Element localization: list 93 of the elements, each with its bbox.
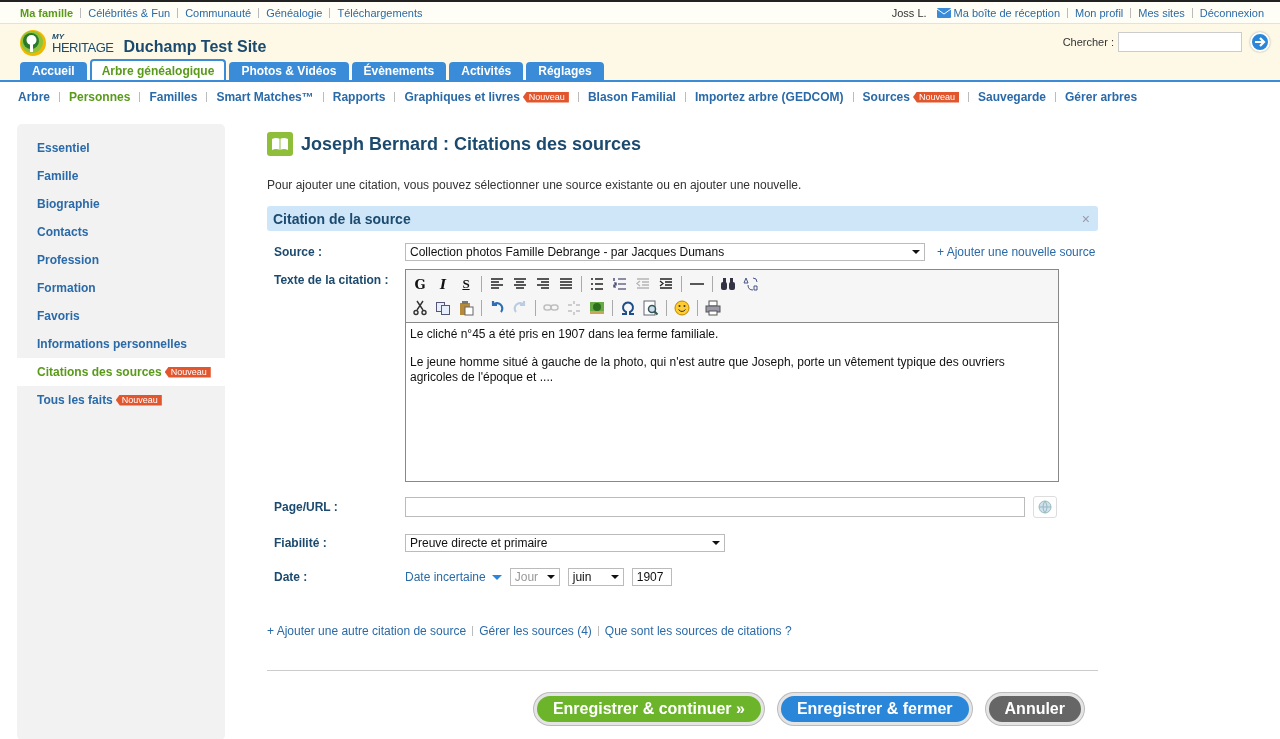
omega-icon[interactable] <box>620 300 636 316</box>
logo-text: MY <box>52 32 66 41</box>
scissors-icon[interactable] <box>412 300 428 316</box>
bold-button[interactable]: G <box>412 276 428 292</box>
nav-tab[interactable]: Arbre généalogique <box>89 59 227 80</box>
italic-button[interactable]: I <box>435 276 451 292</box>
underline-button[interactable]: S <box>458 276 474 292</box>
top-nav-link[interactable]: Célébrités & Fun <box>88 6 171 19</box>
logo-text: HERITAGE <box>52 40 114 54</box>
align-center-icon[interactable] <box>512 276 528 292</box>
citation-paragraph: Le jeune homme situé à gauche de la photo, qui n'est autre que Joseph, porte un vêtement typique des ouvriers agricoles de l'époque et .... <box>410 355 1006 385</box>
sidebar-item[interactable]: Biographie <box>37 197 100 211</box>
copy-icon[interactable] <box>435 300 451 316</box>
subnav-link[interactable]: Sauvegarde <box>978 90 1047 104</box>
sidebar-item[interactable]: Essentiel <box>37 141 90 155</box>
account-link[interactable]: Mon profil <box>1075 6 1124 19</box>
new-badge: Nouveau <box>912 91 959 103</box>
subnav-link[interactable]: Familles <box>149 90 198 104</box>
subnav-link[interactable]: Blason Familial <box>587 90 676 104</box>
numbered-list-icon[interactable] <box>612 276 628 292</box>
top-nav-link[interactable]: Téléchargements <box>337 6 423 19</box>
reliability-dropdown[interactable]: Preuve directe et primaire <box>405 534 725 552</box>
magnifier-page-icon[interactable] <box>643 300 659 316</box>
save-button[interactable]: Enregistrer & fermer <box>777 693 972 725</box>
search-field[interactable] <box>1118 32 1242 52</box>
user-name: Joss L. <box>891 6 927 19</box>
new-badge: Nouveau <box>522 91 569 103</box>
justify-icon[interactable] <box>558 276 574 292</box>
site-title: Duchamp Test Site <box>123 38 267 56</box>
date-mode-link[interactable]: Date incertaine <box>405 570 502 584</box>
binoculars-icon[interactable] <box>720 276 736 292</box>
month-dropdown[interactable]: juin <box>567 568 624 586</box>
field-label: Fiabilité : <box>274 536 328 550</box>
nav-tab[interactable]: Accueil <box>20 62 87 80</box>
citation-paragraph: Le cliché n°45 a été pris en 1907 dans lea ferme familiale. <box>410 327 720 342</box>
search-label: Chercher : <box>1062 36 1114 48</box>
align-left-icon[interactable] <box>489 276 505 292</box>
add-source-link[interactable]: + Ajouter une nouvelle source <box>937 245 1096 259</box>
nav-tab[interactable]: Activités <box>449 62 524 80</box>
sidebar-item[interactable]: Profession <box>37 253 99 267</box>
subnav-link[interactable]: Importez arbre (GEDCOM) <box>694 90 844 104</box>
top-nav-link[interactable]: Communauté <box>185 6 252 19</box>
bullet-list-icon[interactable] <box>589 276 605 292</box>
replace-icon[interactable] <box>743 276 759 292</box>
field-label: Source : <box>274 245 323 259</box>
nav-tab[interactable]: Photos & Vidéos <box>229 62 349 80</box>
top-nav-link[interactable]: Ma famille <box>20 6 74 19</box>
printer-icon[interactable] <box>705 300 721 316</box>
new-badge: Nouveau <box>115 394 162 406</box>
nav-tab[interactable]: Réglages <box>526 62 604 80</box>
smiley-icon[interactable] <box>674 300 690 316</box>
subnav-link[interactable]: Smart Matches™ <box>216 90 314 104</box>
sidebar-item[interactable]: Formation <box>37 281 96 295</box>
page-url-field[interactable] <box>405 497 1025 517</box>
subnav-link[interactable]: Arbre <box>18 90 50 104</box>
sidebar-item[interactable]: Contacts <box>37 225 89 239</box>
top-nav-link[interactable]: Généalogie <box>266 6 323 19</box>
day-dropdown[interactable]: Jour <box>509 568 560 586</box>
paste-icon[interactable] <box>458 300 474 316</box>
inbox-link[interactable]: Ma boîte de réception <box>953 6 1060 19</box>
book-icon <box>267 132 293 156</box>
arrow-right-icon <box>1254 36 1266 48</box>
sidebar-item[interactable]: Citations des sources <box>37 365 162 379</box>
indent-icon[interactable] <box>658 276 674 292</box>
cancel-button[interactable]: Annuler <box>985 693 1084 725</box>
citation-text-area[interactable]: Le cliché n°45 a été pris en 1907 dans lea ferme familiale. Le jeune homme situé à gauche de la photo, qui n'est autre que Joseph, porte un vêtement typique des ouvriers agricoles de l'époque et .... <box>406 323 1058 481</box>
field-label: Texte de la citation : <box>274 272 390 287</box>
footer-link[interactable]: Que sont les sources de citations ? <box>604 624 792 638</box>
account-link[interactable]: Mes sites <box>1138 6 1185 19</box>
subnav-link[interactable]: Graphiques et livres <box>404 90 520 104</box>
footer-link[interactable]: Gérer les sources (4) <box>479 624 592 638</box>
page-title: Joseph Bernard : Citations des sources <box>301 133 642 155</box>
subnav-link[interactable]: Gérer arbres <box>1065 90 1138 104</box>
section-title: Citation de la source <box>273 210 411 227</box>
account-link[interactable]: Déconnexion <box>1199 6 1264 19</box>
envelope-icon <box>936 7 951 18</box>
sidebar-item[interactable]: Famille <box>37 169 79 183</box>
footer-link[interactable]: + Ajouter une autre citation de source <box>267 624 467 638</box>
subnav-link[interactable]: Personnes <box>69 90 131 104</box>
subnav-link[interactable]: Sources <box>862 90 910 104</box>
subnav-link[interactable]: Rapports <box>332 90 386 104</box>
nav-tab[interactable]: Évènements <box>351 62 447 80</box>
field-label: Page/URL : <box>274 500 339 514</box>
source-dropdown[interactable]: Collection photos Famille Debrange - par Jacques Dumans <box>405 243 925 261</box>
sidebar-item[interactable]: Tous les faits <box>37 393 113 407</box>
new-badge: Nouveau <box>164 366 211 378</box>
intro-text: Pour ajouter une citation, vous pouvez sélectionner une source existante ou en ajouter une nouvelle. <box>267 178 803 192</box>
sidebar-item[interactable]: Favoris <box>37 309 80 323</box>
field-label: Date : <box>274 570 309 584</box>
align-right-icon[interactable] <box>535 276 551 292</box>
year-field[interactable]: 1907 <box>631 568 672 586</box>
sidebar-item[interactable]: Informations personnelles <box>37 337 188 351</box>
search-go-button[interactable] <box>1250 32 1270 52</box>
